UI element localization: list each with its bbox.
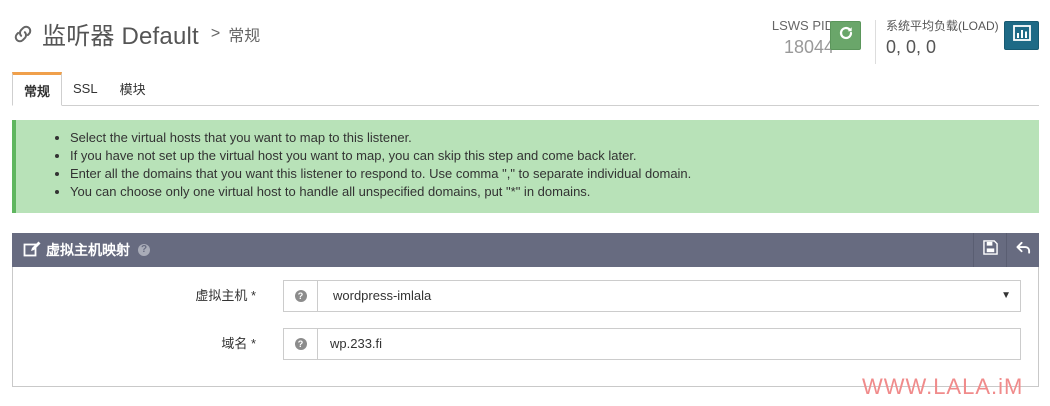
domain-row: 域名 * ? wp.233.fi <box>13 328 1038 360</box>
link-icon <box>12 23 34 45</box>
undo-icon <box>1015 240 1031 260</box>
domain-input-value: wp.233.fi <box>330 336 383 351</box>
info-item-default-domain: You can choose only one virtual host to … <box>70 183 1039 201</box>
tab-modules[interactable]: 模块 <box>109 72 157 105</box>
question-circle-icon: ? <box>294 290 307 302</box>
breadcrumb-separator: > <box>210 24 221 42</box>
tab-bar: 常规 SSL 模块 <box>12 72 1039 106</box>
info-item-enter-domains: Enter all the domains that you want this… <box>70 165 1039 183</box>
vhost-help-addon[interactable]: ? <box>284 281 318 311</box>
info-box: Select the virtual hosts that you want t… <box>12 120 1039 213</box>
pid-value: 18044 <box>783 37 834 57</box>
pid-label: LSWS PID <box>771 18 834 33</box>
vhost-row: 虚拟主机 * ? wordpress-imlala ▼ <box>13 280 1038 312</box>
vhost-select-group: ? wordpress-imlala ▼ <box>283 280 1021 312</box>
save-icon <box>982 240 998 260</box>
panel-actions <box>973 233 1039 267</box>
chevron-down-icon: ▼ <box>1001 290 1011 301</box>
domain-help-addon[interactable]: ? <box>284 329 318 359</box>
info-item-skip-step: If you have not set up the virtual host … <box>70 147 1039 165</box>
info-item-select-vhosts: Select the virtual hosts that you want t… <box>70 129 1039 147</box>
page-title-wrap: 监听器 Default > 常规 <box>12 16 260 51</box>
info-list: Select the virtual hosts that you want t… <box>56 129 1039 201</box>
watermark: WWW.LALA.iM <box>862 374 1024 399</box>
bar-chart-icon <box>1012 25 1031 46</box>
vhost-mapping-panel: 虚拟主机映射 ? 虚拟主机 * ? wordpress-imlala ▼ 域名 … <box>12 233 1039 387</box>
vhost-label: 虚拟主机 * <box>195 288 256 303</box>
tab-ssl[interactable]: SSL <box>62 72 109 105</box>
tab-modules-label: 模块 <box>119 82 146 97</box>
load-value: 0, 0, 0 <box>886 37 937 57</box>
load-chart-button[interactable] <box>1004 21 1039 50</box>
pid-status: LSWS PID 18044 <box>764 18 834 58</box>
question-circle-icon[interactable]: ? <box>138 244 150 256</box>
tab-general[interactable]: 常规 <box>12 72 63 106</box>
edit-icon <box>23 241 41 259</box>
breadcrumb-current: 常规 <box>228 27 261 45</box>
system-load-status: 系统平均负载(LOAD) 0, 0, 0 <box>886 18 1006 58</box>
panel-title: 虚拟主机映射 <box>46 242 130 258</box>
tab-general-label: 常规 <box>24 83 51 99</box>
question-circle-icon: ? <box>294 338 307 350</box>
domain-label: 域名 * <box>221 336 256 351</box>
vhost-select[interactable]: wordpress-imlala ▼ <box>318 281 1020 311</box>
load-label: 系统平均负载(LOAD) <box>886 19 999 33</box>
domain-input-group: ? wp.233.fi <box>283 328 1021 360</box>
tab-ssl-label: SSL <box>73 81 98 96</box>
vhost-select-value: wordpress-imlala <box>333 288 432 303</box>
restart-button[interactable] <box>830 21 861 50</box>
header-divider <box>875 20 876 64</box>
save-button[interactable] <box>973 233 1006 267</box>
panel-header: 虚拟主机映射 ? <box>12 233 1039 267</box>
page-title: 监听器 Default <box>42 23 199 50</box>
refresh-icon <box>838 25 854 46</box>
page-header: 监听器 Default > 常规 LSWS PID 18044 系统平均负载(L… <box>0 0 1050 70</box>
domain-input[interactable]: wp.233.fi <box>318 329 1020 359</box>
back-button[interactable] <box>1006 233 1039 267</box>
